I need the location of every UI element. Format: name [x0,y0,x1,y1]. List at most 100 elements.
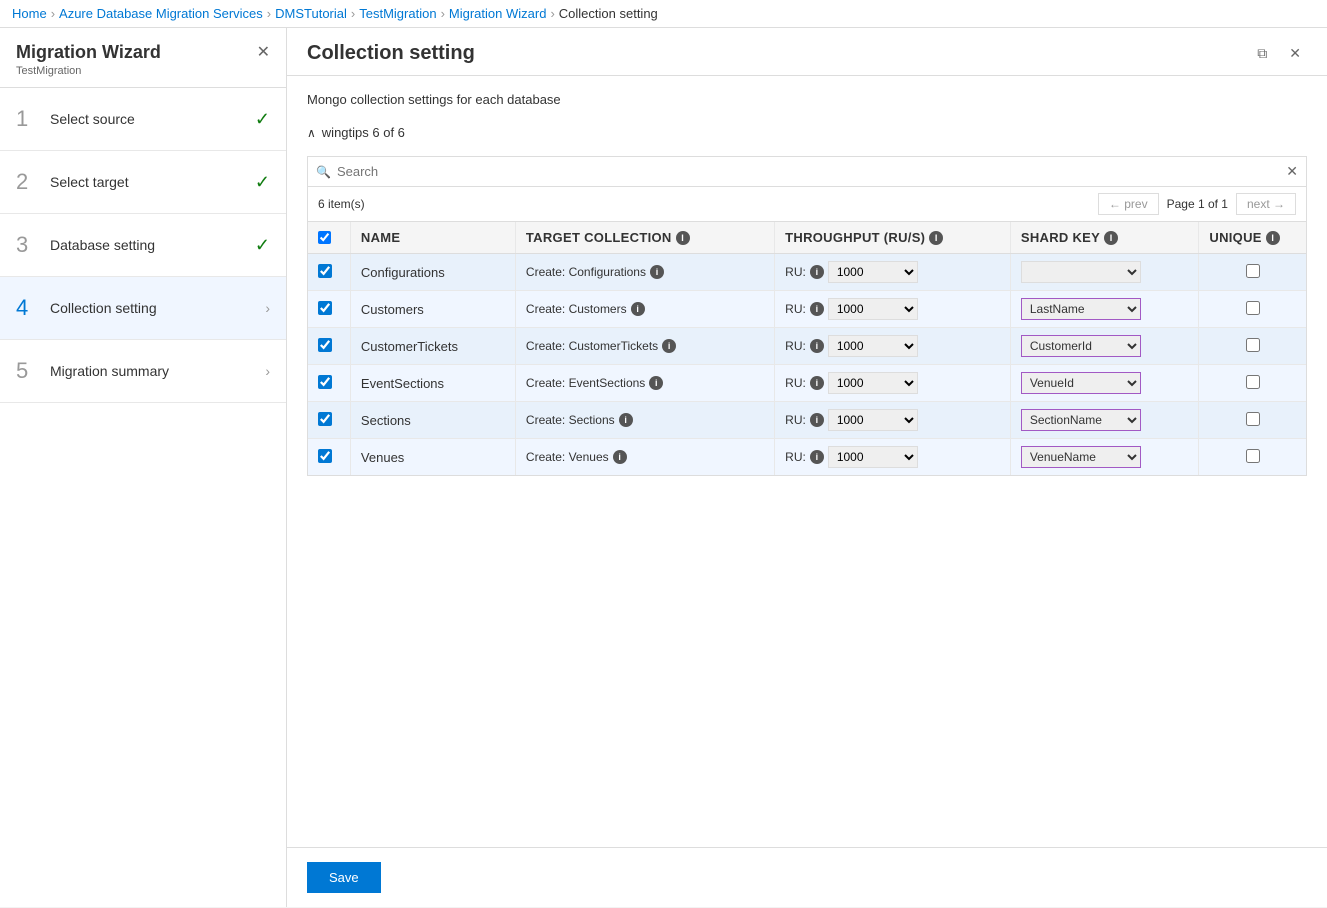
prev-button[interactable]: ← prev [1098,193,1159,215]
breadcrumb-service[interactable]: Azure Database Migration Services [59,6,263,21]
collection-table-area: 🔍 ✕ 6 item(s) ← prev Page 1 of 1 next → [307,156,1307,476]
target-info-icon[interactable]: i [676,231,690,245]
row-target-2: Create: CustomerTickets i [515,328,774,365]
sidebar: Migration Wizard TestMigration ✕ 1 Selec… [0,28,287,907]
row-shardkey-5: VenueName [1010,439,1199,476]
sidebar-item-migration-summary[interactable]: 5 Migration summary › [0,340,286,403]
th-throughput: THROUGHPUT (RU/S) i [775,222,1011,254]
row-ru-info-1[interactable]: i [810,302,824,316]
sidebar-title: Migration Wizard [16,42,161,63]
sidebar-header: Migration Wizard TestMigration ✕ [0,28,286,88]
row-ru-info-3[interactable]: i [810,376,824,390]
step-label-3: Database setting [50,237,241,253]
row-unique-0 [1199,254,1306,291]
row-target-info-4[interactable]: i [619,413,633,427]
row-throughput-4: RU: i 1000 [775,402,1011,439]
row-shardkey-select-3[interactable]: VenueId [1021,372,1141,394]
throughput-info-icon[interactable]: i [929,231,943,245]
page-info: Page 1 of 1 [1167,197,1228,211]
row-ru-select-4[interactable]: 1000 [828,409,918,431]
breadcrumb-tutorial[interactable]: DMSTutorial [275,6,347,21]
row-shardkey-select-4[interactable]: SectionName [1021,409,1141,431]
next-button[interactable]: next → [1236,193,1296,215]
row-unique-checkbox-5[interactable] [1246,449,1260,463]
select-all-checkbox[interactable] [318,231,331,244]
close-window-button[interactable]: ✕ [1283,43,1307,64]
row-unique-checkbox-2[interactable] [1246,338,1260,352]
row-shardkey-select-5[interactable]: VenueName [1021,446,1141,468]
topbar: Home › Azure Database Migration Services… [0,0,1327,28]
sidebar-subtitle: TestMigration [16,65,161,77]
row-name-5: Venues [350,439,515,476]
breadcrumb-home[interactable]: Home [12,6,47,21]
row-name-1: Customers [350,291,515,328]
step-number-4: 4 [16,295,36,321]
row-unique-checkbox-3[interactable] [1246,375,1260,389]
collection-table: NAME TARGET COLLECTION i THROUGHPUT [308,222,1306,475]
row-ru-select-0[interactable]: 1000 [828,261,918,283]
row-target-info-1[interactable]: i [631,302,645,316]
step-label-4: Collection setting [50,300,251,316]
save-button[interactable]: Save [307,862,381,893]
window-controls: ⧉ ✕ [1251,43,1307,64]
row-checkbox-5[interactable] [318,449,332,463]
row-unique-checkbox-4[interactable] [1246,412,1260,426]
row-throughput-3: RU: i 1000 [775,365,1011,402]
row-checkbox-2[interactable] [318,338,332,352]
row-ru-select-2[interactable]: 1000 [828,335,918,357]
breadcrumb-migration[interactable]: TestMigration [359,6,436,21]
table-toolbar: 6 item(s) ← prev Page 1 of 1 next → [308,187,1306,222]
row-target-1: Create: Customers i [515,291,774,328]
row-checkbox-cell-1 [308,291,350,328]
search-input[interactable] [337,164,1280,179]
row-checkbox-cell-4 [308,402,350,439]
row-shardkey-select-0[interactable] [1021,261,1141,283]
row-shardkey-select-1[interactable]: LastName [1021,298,1141,320]
row-throughput-2: RU: i 1000 [775,328,1011,365]
row-ru-info-2[interactable]: i [810,339,824,353]
restore-button[interactable]: ⧉ [1251,43,1273,64]
row-name-3: EventSections [350,365,515,402]
row-checkbox-cell-5 [308,439,350,476]
shardkey-info-icon[interactable]: i [1104,231,1118,245]
row-ru-select-5[interactable]: 1000 [828,446,918,468]
row-ru-select-1[interactable]: 1000 [828,298,918,320]
collection-collapsible[interactable]: ∧ wingtips 6 of 6 [307,119,1307,146]
step-chevron-5: › [265,363,270,379]
row-ru-info-0[interactable]: i [810,265,824,279]
row-checkbox-4[interactable] [318,412,332,426]
row-target-info-3[interactable]: i [649,376,663,390]
sidebar-item-select-target[interactable]: 2 Select target ✓ [0,151,286,214]
row-ru-info-5[interactable]: i [810,450,824,464]
row-target-info-2[interactable]: i [662,339,676,353]
row-ru-select-3[interactable]: 1000 [828,372,918,394]
row-unique-checkbox-0[interactable] [1246,264,1260,278]
row-checkbox-3[interactable] [318,375,332,389]
row-shardkey-select-2[interactable]: CustomerId [1021,335,1141,357]
search-clear-button[interactable]: ✕ [1286,163,1298,180]
sidebar-item-collection-setting[interactable]: 4 Collection setting › [0,277,286,340]
main-body: Mongo collection settings for each datab… [287,76,1327,847]
row-name-2: CustomerTickets [350,328,515,365]
row-unique-5 [1199,439,1306,476]
row-checkbox-cell-3 [308,365,350,402]
breadcrumb-wizard[interactable]: Migration Wizard [449,6,547,21]
search-icon: 🔍 [316,165,331,179]
unique-info-icon[interactable]: i [1266,231,1280,245]
sidebar-item-select-source[interactable]: 1 Select source ✓ [0,88,286,151]
row-checkbox-1[interactable] [318,301,332,315]
row-name-4: Sections [350,402,515,439]
items-count: 6 item(s) [318,197,365,211]
row-target-info-5[interactable]: i [613,450,627,464]
row-unique-checkbox-1[interactable] [1246,301,1260,315]
row-checkbox-0[interactable] [318,264,332,278]
row-target-info-0[interactable]: i [650,265,664,279]
step-label-2: Select target [50,174,241,190]
row-target-4: Create: Sections i [515,402,774,439]
table-row: Customers Create: Customers i RU: i 1000… [308,291,1306,328]
sidebar-item-database-setting[interactable]: 3 Database setting ✓ [0,214,286,277]
close-button[interactable]: ✕ [257,42,270,62]
step-label-1: Select source [50,111,241,127]
step-number-1: 1 [16,106,36,132]
row-ru-info-4[interactable]: i [810,413,824,427]
